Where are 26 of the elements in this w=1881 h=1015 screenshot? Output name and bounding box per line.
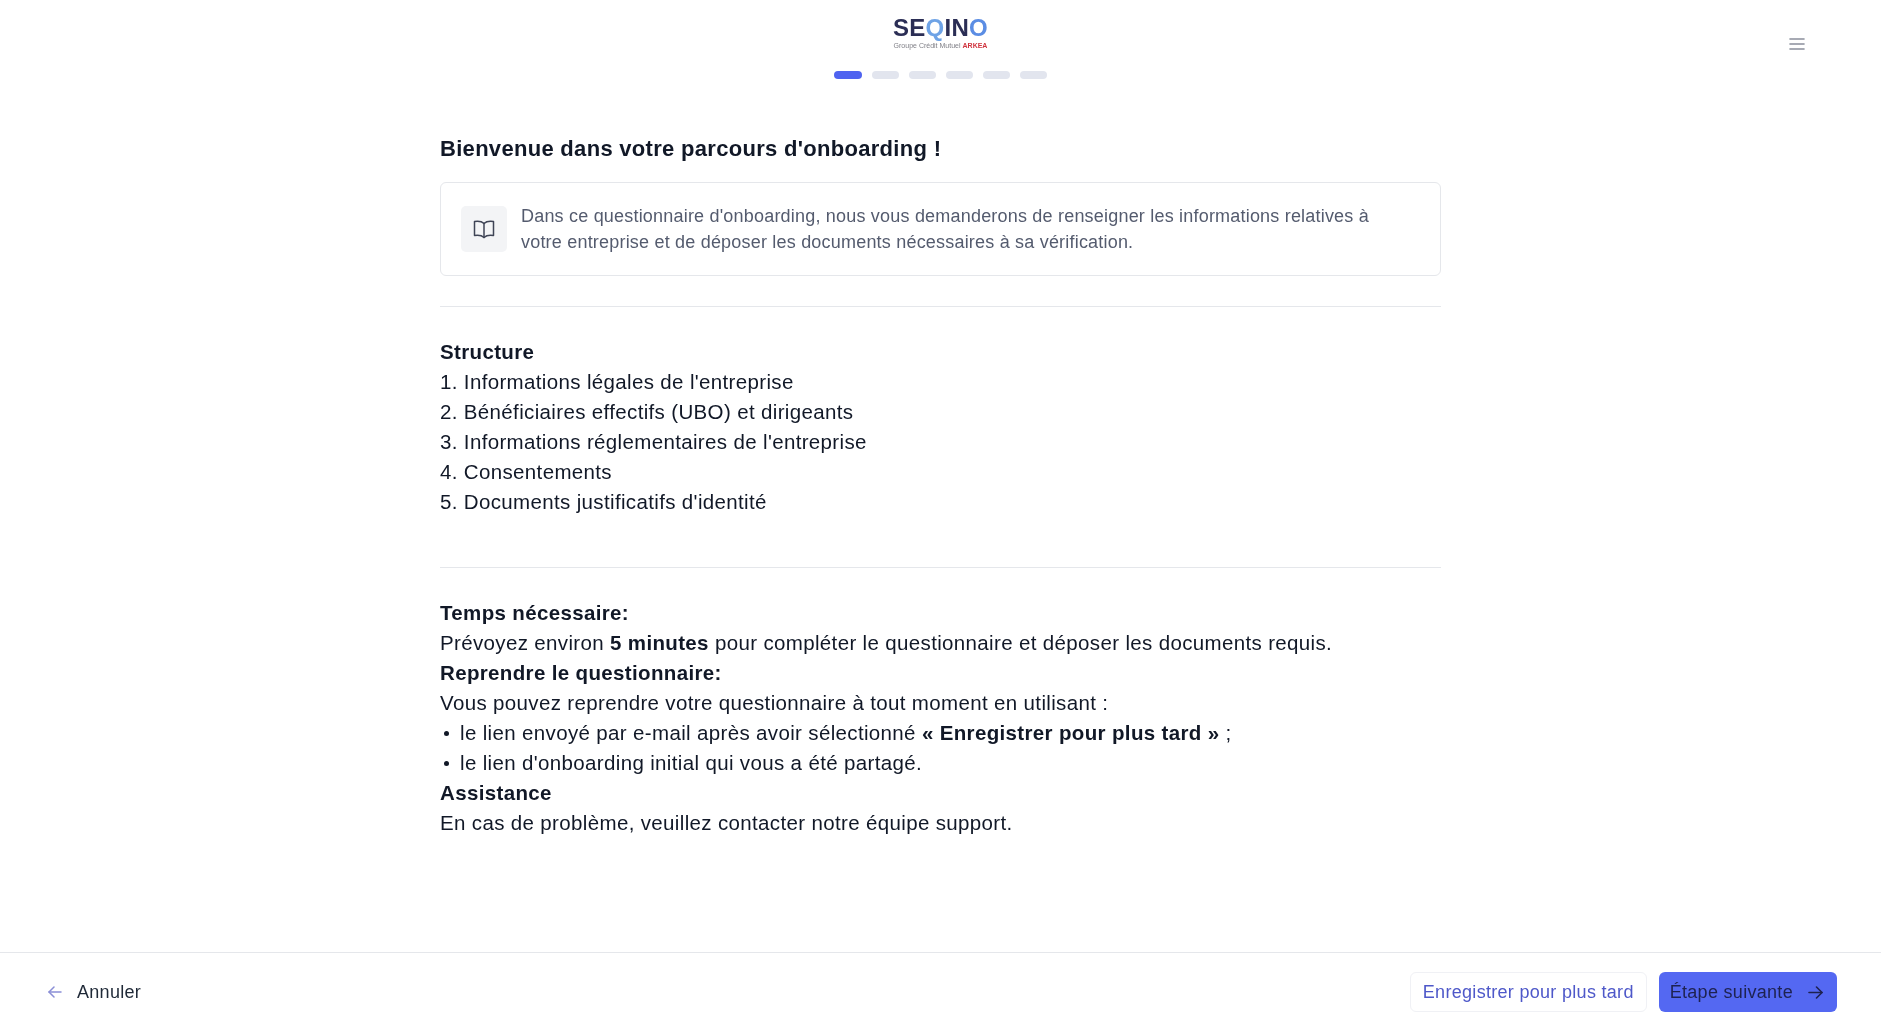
page-title: Bienvenue dans votre parcours d'onboarding ! <box>440 135 943 163</box>
arrow-right-icon <box>1808 985 1823 999</box>
body-text: Prévoyez environ 5 minutes pour compléter le questionnaire et déposer les documents requis. <box>440 630 1334 656</box>
list-item: 5. Documents justificatifs d'identité <box>440 489 768 515</box>
logo-wordmark: SEQINO <box>892 14 989 42</box>
menu-icon[interactable] <box>1789 38 1805 50</box>
save-later-button[interactable]: Enregistrer pour plus tard <box>1409 972 1647 1012</box>
section-heading: Reprendre le questionnaire: <box>440 660 723 686</box>
list-item: 4. Consentements <box>440 459 613 485</box>
list-item: 3. Informations réglementaires de l'entreprise <box>440 429 868 455</box>
body-text: En cas de problème, veuillez contacter notre équipe support. <box>440 810 1014 836</box>
cancel-button[interactable]: Annuler <box>40 972 150 1012</box>
bullet-text: le lien d'onboarding initial qui vous a été partagé. <box>460 750 923 776</box>
section-heading: Structure <box>440 339 536 365</box>
bullet-icon <box>444 730 449 736</box>
next-step-button[interactable]: Étape suivante <box>1658 972 1837 1012</box>
bullet-icon <box>444 760 449 766</box>
section-heading: Temps nécessaire: <box>440 600 631 626</box>
body-text: Vous pouvez reprendre votre questionnaire à tout moment en utilisant : <box>440 690 1110 716</box>
arrow-left-icon <box>48 986 62 998</box>
list-item: 1. Informations légales de l'entreprise <box>440 369 795 395</box>
list-item: 2. Bénéficiaires effectifs (UBO) et dirigeants <box>440 399 855 425</box>
book-icon <box>461 206 507 252</box>
info-text: Dans ce questionnaire d'onboarding, nous vous demanderons de renseigner les informations relatives à votre entreprise et de déposer les documents nécessaires à sa vérification. <box>521 205 1370 254</box>
section-heading: Assistance <box>440 780 553 806</box>
bullet-text: le lien envoyé par e-mail après avoir sélectionné « Enregistrer pour plus tard » ; <box>460 720 1232 746</box>
